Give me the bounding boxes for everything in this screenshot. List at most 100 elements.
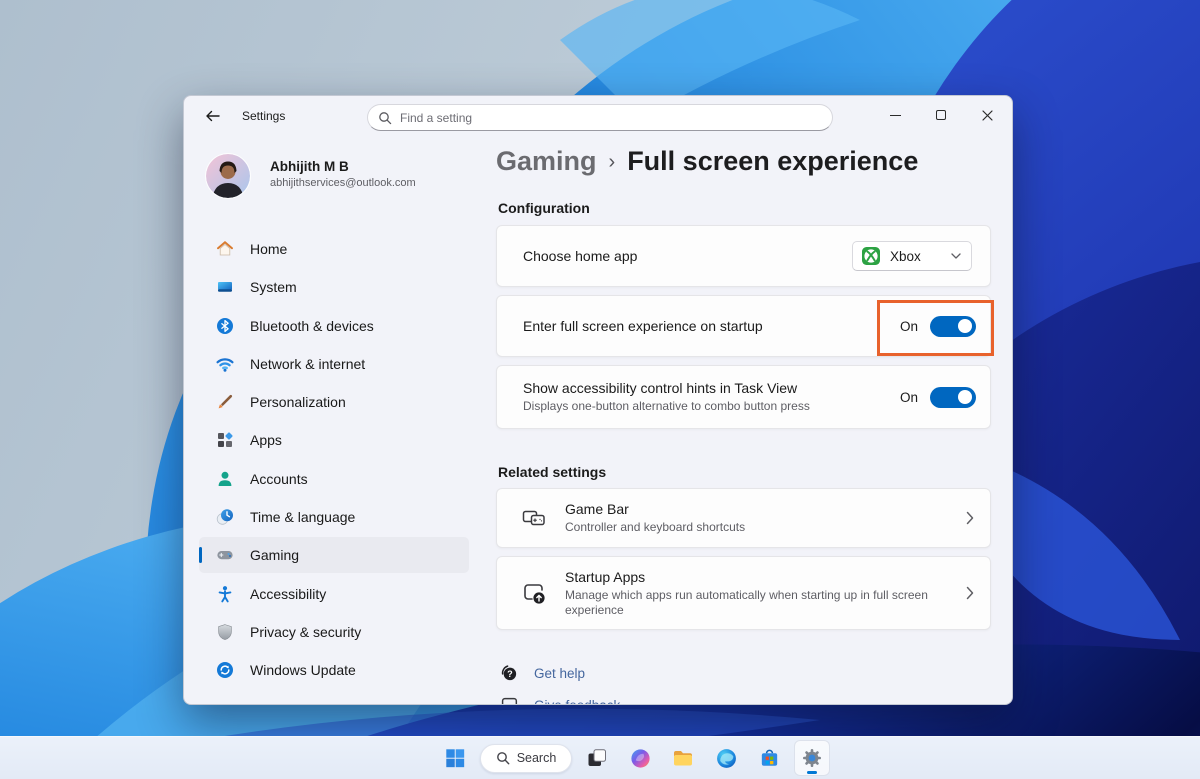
sidebar-item-label: System	[250, 279, 297, 295]
sidebar-item-label: Windows Update	[250, 662, 356, 678]
accounts-icon	[215, 469, 235, 489]
edge-icon	[715, 747, 738, 770]
file-explorer-button[interactable]	[665, 740, 701, 776]
game-bar-icon	[521, 505, 547, 531]
sidebar-item-label: Network & internet	[250, 356, 365, 372]
sidebar-item-accessibility[interactable]: Accessibility	[199, 576, 469, 612]
windows-update-icon	[215, 660, 235, 680]
back-button[interactable]	[198, 103, 228, 129]
microsoft-store-icon	[758, 747, 781, 770]
setting-label: Enter full screen experience on startup	[523, 318, 763, 334]
page-title: Full screen experience	[627, 146, 918, 177]
setting-description: Displays one-button alternative to combo…	[523, 399, 810, 414]
time-language-icon	[215, 507, 235, 527]
sidebar-item-bluetooth-devices[interactable]: Bluetooth & devices	[199, 308, 469, 344]
sidebar-item-home[interactable]: Home	[199, 231, 469, 267]
avatar[interactable]	[206, 154, 250, 198]
search-icon	[378, 111, 392, 125]
toggle-state-label: On	[900, 319, 918, 334]
gaming-icon	[215, 545, 235, 565]
sidebar-item-windows-update[interactable]: Windows Update	[199, 652, 469, 688]
desktop: Settings	[0, 0, 1200, 779]
copilot-icon	[629, 747, 652, 770]
toggle-knob	[958, 319, 972, 333]
taskbar-search[interactable]: Search	[480, 744, 572, 773]
settings-window: Settings	[183, 95, 1013, 705]
sidebar-item-network-internet[interactable]: Network & internet	[199, 346, 469, 382]
sidebar-item-time-language[interactable]: Time & language	[199, 499, 469, 535]
task-view-icon	[585, 746, 609, 770]
copilot-button[interactable]	[622, 740, 658, 776]
chevron-right-icon	[966, 586, 974, 600]
setting-row-choose-home-app: Choose home app Xbox	[496, 225, 991, 287]
settings-button[interactable]	[794, 740, 830, 776]
sidebar-item-accounts[interactable]: Accounts	[199, 461, 469, 497]
personalization-icon	[215, 392, 235, 412]
sidebar-item-label: Privacy & security	[250, 624, 361, 640]
sidebar-item-label: Bluetooth & devices	[250, 318, 374, 334]
user-email: abhijithservices@outlook.com	[270, 177, 416, 189]
breadcrumb-separator-icon: ›	[609, 149, 616, 174]
task-view-button[interactable]	[579, 740, 615, 776]
related-item-title: Game Bar	[565, 501, 745, 517]
taskbar-search-label: Search	[517, 751, 557, 765]
sidebar-item-privacy-security[interactable]: Privacy & security	[199, 614, 469, 650]
get-help-label: Get help	[534, 666, 585, 681]
get-help-link[interactable]: ? Get help	[498, 662, 585, 684]
sidebar-item-label: Apps	[250, 432, 282, 448]
arrow-left-icon	[205, 109, 221, 123]
breadcrumb: Gaming › Full screen experience	[496, 146, 918, 177]
home-app-dropdown[interactable]: Xbox	[852, 241, 972, 271]
related-item-description: Manage which apps run automatically when…	[565, 588, 935, 618]
accessibility-hints-toggle[interactable]	[930, 387, 976, 408]
related-item-game-bar[interactable]: Game Bar Controller and keyboard shortcu…	[496, 488, 991, 548]
sidebar-nav: Home System Bluetooth & devices	[199, 231, 469, 691]
network-icon	[215, 354, 235, 374]
search-icon	[496, 751, 510, 765]
user-name: Abhijith M B	[270, 159, 349, 174]
feedback-icon	[498, 694, 520, 705]
setting-row-accessibility-hints: Show accessibility control hints in Task…	[496, 365, 991, 429]
sidebar-item-label: Gaming	[250, 547, 299, 563]
sidebar-item-label: Time & language	[250, 509, 355, 525]
section-title-configuration: Configuration	[498, 200, 590, 216]
sidebar-item-personalization[interactable]: Personalization	[199, 384, 469, 420]
xbox-icon	[861, 246, 881, 266]
toggle-state-label: On	[900, 390, 918, 405]
startup-apps-icon	[521, 580, 547, 606]
bluetooth-icon	[215, 316, 235, 336]
window-title: Settings	[242, 109, 285, 123]
toggle-knob	[958, 390, 972, 404]
related-item-startup-apps[interactable]: Startup Apps Manage which apps run autom…	[496, 556, 991, 630]
main-content: Gaming › Full screen experience Configur…	[496, 96, 991, 705]
give-feedback-label: Give feedback	[534, 698, 620, 706]
chevron-down-icon	[951, 253, 961, 259]
setting-row-fullscreen-startup: Enter full screen experience on startup …	[496, 295, 991, 357]
sidebar-item-apps[interactable]: Apps	[199, 422, 469, 458]
home-icon	[215, 239, 235, 259]
sidebar-item-label: Accessibility	[250, 586, 326, 602]
apps-icon	[215, 430, 235, 450]
sidebar-item-label: Home	[250, 241, 287, 257]
give-feedback-link[interactable]: Give feedback	[498, 694, 620, 705]
chevron-right-icon	[966, 511, 974, 525]
taskbar: Search	[0, 736, 1200, 779]
privacy-icon	[215, 622, 235, 642]
breadcrumb-parent[interactable]: Gaming	[496, 146, 597, 177]
sidebar-item-label: Personalization	[250, 394, 346, 410]
start-button[interactable]	[437, 740, 473, 776]
edge-button[interactable]	[708, 740, 744, 776]
related-item-title: Startup Apps	[565, 569, 935, 585]
microsoft-store-button[interactable]	[751, 740, 787, 776]
windows-logo-icon	[444, 747, 466, 769]
sidebar-item-system[interactable]: System	[199, 269, 469, 305]
section-title-related: Related settings	[498, 464, 606, 480]
sidebar-item-gaming[interactable]: Gaming	[199, 537, 469, 573]
fullscreen-startup-toggle[interactable]	[930, 316, 976, 337]
sidebar-item-label: Accounts	[250, 471, 308, 487]
related-item-description: Controller and keyboard shortcuts	[565, 520, 745, 535]
accessibility-icon	[215, 584, 235, 604]
file-explorer-icon	[671, 746, 695, 770]
setting-label: Show accessibility control hints in Task…	[523, 380, 810, 396]
get-help-icon: ?	[498, 662, 520, 684]
